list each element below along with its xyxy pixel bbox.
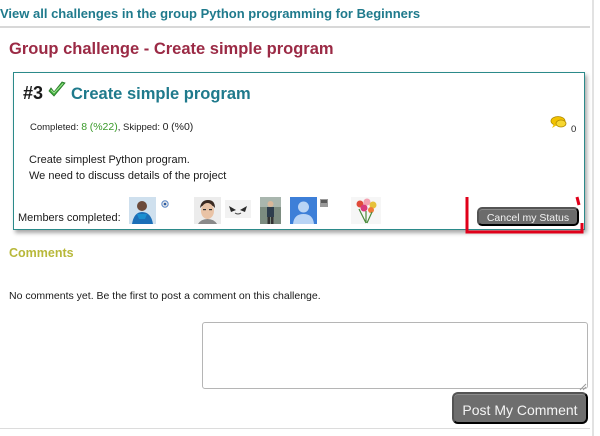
member-avatar[interactable] [194,197,221,224]
members-completed-label: Members completed: [18,212,121,224]
member-avatar[interactable] [260,197,281,224]
challenge-number: #3 [23,83,44,103]
comment-input[interactable] [202,322,588,389]
completed-percent: (%22) [89,121,118,133]
right-divider [592,0,594,436]
status-dot-icon [161,195,169,208]
comments-heading: Comments [9,246,74,260]
member-avatar[interactable] [129,197,156,224]
resize-grip-icon[interactable] [577,378,587,391]
speech-bubble-icon[interactable] [550,115,568,129]
bottom-divider [0,428,590,429]
comment-count: 0 [571,124,577,135]
member-avatar[interactable] [290,197,317,224]
member-mini-avatar[interactable] [320,194,328,207]
description-line: Create simplest Python program. [29,154,190,166]
no-comments-message: No comments yet. Be the first to post a … [9,290,321,302]
skipped-count: 0 [162,121,169,133]
completed-label: Completed: [30,122,82,133]
highlight-bracket-annotation [465,195,585,235]
challenge-title-link[interactable]: Create simple program [71,85,251,104]
challenge-description: Create simplest Python program. We need … [29,152,226,184]
member-avatar[interactable] [225,200,251,218]
skipped-label: , Skipped: [117,122,163,133]
page-title: Group challenge - Create simple program [9,40,334,58]
member-avatar[interactable] [351,197,381,224]
group-challenges-link[interactable]: View all challenges in the group Python … [0,6,420,21]
completed-count: 8 [81,121,88,133]
challenge-stats: Completed: 8 (%22), Skipped: 0 (%0) [30,121,193,133]
top-divider [0,26,590,28]
post-comment-button[interactable]: Post My Comment [452,392,588,424]
skipped-percent: (%0) [171,121,194,133]
description-line: We need to discuss details of the projec… [29,170,227,182]
check-icon [47,80,67,100]
